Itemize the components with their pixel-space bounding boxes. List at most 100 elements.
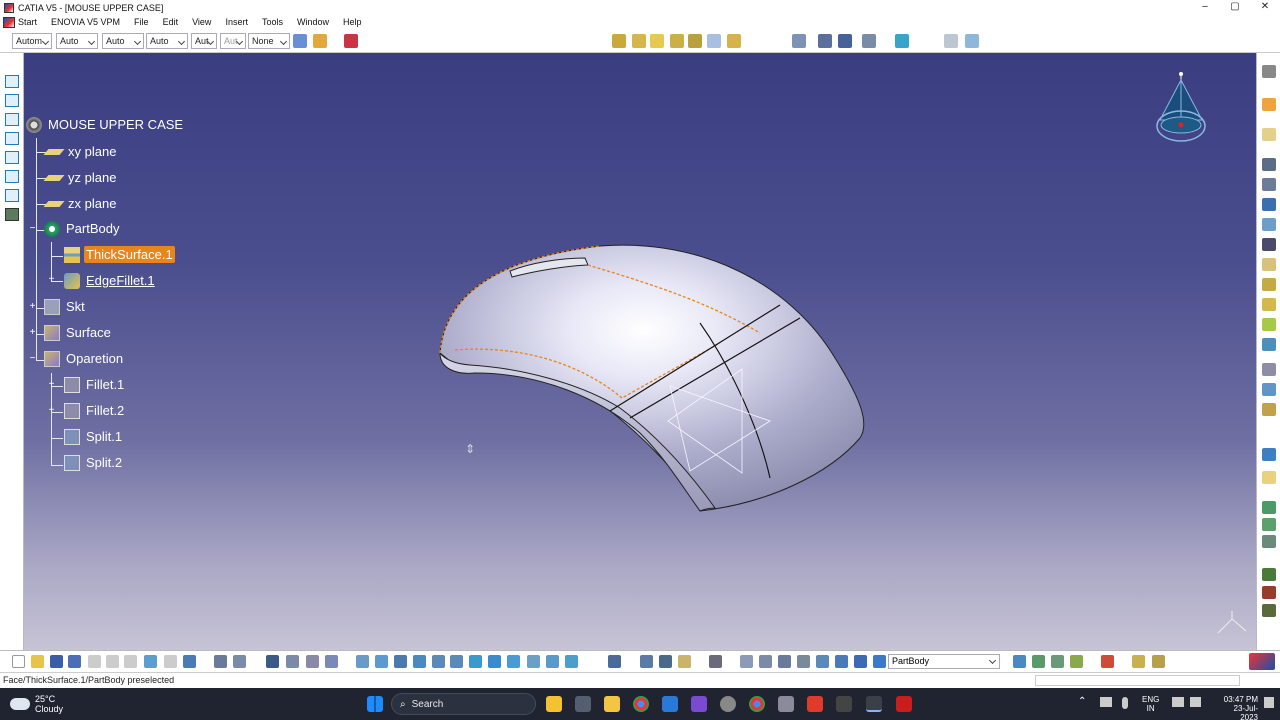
catia-taskbar-icon[interactable] (866, 696, 882, 712)
open-icon[interactable] (31, 655, 44, 668)
translate-icon[interactable] (1262, 318, 1276, 331)
language-indicator[interactable]: ENG IN (1142, 695, 1159, 713)
frame-icon[interactable] (944, 34, 958, 48)
tools-app-icon[interactable] (778, 696, 794, 712)
iso-view-icon[interactable] (507, 655, 520, 668)
zoom-area-icon[interactable] (862, 34, 876, 48)
grid-icon[interactable] (838, 34, 852, 48)
annotation-icon[interactable] (1262, 535, 1276, 548)
expand-fillet2-icon[interactable]: + (47, 406, 56, 416)
paste-icon[interactable] (124, 655, 137, 668)
boolean-icon[interactable] (1262, 403, 1276, 416)
mouse-model[interactable]: ⇕ (0, 53, 1256, 650)
knowledge-icon[interactable] (1262, 568, 1276, 581)
workbench-icon[interactable] (344, 34, 358, 48)
camera-icon[interactable] (709, 655, 722, 668)
hide-show-icon[interactable] (546, 655, 559, 668)
mirror-icon[interactable] (1262, 338, 1276, 351)
widgets-icon[interactable] (546, 696, 562, 712)
normal-view-icon[interactable] (469, 655, 482, 668)
tree-item-partbody[interactable]: PartBody (44, 220, 121, 237)
apply-material-icon[interactable] (1262, 518, 1276, 531)
tree-item-zx-plane[interactable]: zx plane (43, 195, 118, 212)
tree-item-fillet1[interactable]: Fillet.1 (64, 376, 126, 393)
collapse-oparetion-icon[interactable]: − (28, 354, 37, 364)
tree-item-split1[interactable]: Split.1 (64, 428, 124, 445)
extrude-icon[interactable] (5, 94, 19, 107)
menu-enovia[interactable]: ENOVIA V5 VPM (51, 17, 120, 27)
line-thickness-dropdown[interactable]: Auto (102, 33, 144, 49)
table-icon[interactable] (266, 655, 279, 668)
hole-icon[interactable] (688, 34, 702, 48)
tree-item-thicksurface[interactable]: ThickSurface.1 (64, 246, 175, 263)
expand-skt-icon[interactable]: + (28, 302, 37, 312)
measure-icon[interactable] (792, 34, 806, 48)
cut-icon[interactable] (88, 655, 101, 668)
draft-analysis-icon[interactable] (778, 655, 791, 668)
menu-help[interactable]: Help (343, 17, 362, 27)
zoom-out-icon[interactable] (450, 655, 463, 668)
settings-gear-icon[interactable] (1262, 65, 1276, 78)
properties-icon[interactable] (313, 34, 327, 48)
menu-file[interactable]: File (134, 17, 149, 27)
measure-item-icon[interactable] (659, 655, 672, 668)
blend-icon[interactable] (5, 189, 19, 202)
surface-tool-icon[interactable] (5, 75, 19, 88)
volume-icon[interactable] (1190, 697, 1201, 707)
tree-item-edgefillet[interactable]: EdgeFillet.1 (64, 272, 157, 289)
tree-item-oparetion[interactable]: Oparetion (44, 350, 125, 367)
menu-window[interactable]: Window (297, 17, 329, 27)
windows-start-icon[interactable] (367, 696, 383, 712)
rib-icon[interactable] (727, 34, 741, 48)
groove-icon[interactable] (670, 34, 684, 48)
pad-icon[interactable] (612, 34, 626, 48)
menu-view[interactable]: View (192, 17, 211, 27)
redo-icon[interactable] (164, 655, 177, 668)
untrim-icon[interactable] (1070, 655, 1083, 668)
knowledge-advisor-icon[interactable] (1101, 655, 1114, 668)
minimize-button[interactable]: – (1190, 0, 1220, 15)
undo-icon[interactable] (144, 655, 157, 668)
notification-icon[interactable] (1264, 697, 1274, 708)
thickness-icon[interactable] (1262, 218, 1276, 231)
layers-icon[interactable] (895, 34, 909, 48)
fit-all-in-icon[interactable] (375, 655, 388, 668)
terminal-icon[interactable] (836, 696, 852, 712)
dimension-icon[interactable] (797, 655, 810, 668)
formula-icon[interactable] (1262, 586, 1276, 599)
task-view-icon[interactable] (575, 696, 591, 712)
menu-edit[interactable]: Edit (163, 17, 179, 27)
3d-viewport[interactable]: ⇕ (0, 53, 1256, 650)
tree-item-fillet2[interactable]: Fillet.2 (64, 402, 126, 419)
save-icon[interactable] (50, 655, 63, 668)
expand-surface-icon[interactable]: + (28, 328, 37, 338)
axis-system-icon[interactable] (1262, 448, 1276, 461)
shading-icon[interactable] (527, 655, 540, 668)
copy-icon[interactable] (106, 655, 119, 668)
update-icon[interactable] (608, 655, 621, 668)
scale-icon[interactable] (1262, 383, 1276, 396)
maximize-button[interactable]: ▢ (1220, 0, 1250, 15)
print-icon[interactable] (68, 655, 81, 668)
pan-icon[interactable] (394, 655, 407, 668)
file-explorer-icon[interactable] (604, 696, 620, 712)
menu-start[interactable]: Start (18, 17, 37, 27)
plane-icon[interactable] (1262, 471, 1276, 484)
shaft-icon[interactable] (650, 34, 664, 48)
revolve-icon[interactable] (5, 113, 19, 126)
shell-icon[interactable] (1262, 198, 1276, 211)
healing-icon[interactable] (1051, 655, 1064, 668)
porcupine-icon[interactable] (816, 655, 829, 668)
catalog-icon[interactable] (5, 208, 19, 221)
split-tool-icon[interactable] (1262, 258, 1276, 271)
fit-all-icon[interactable] (965, 34, 979, 48)
tree-item-yz-plane[interactable]: yz plane (43, 169, 118, 186)
fly-mode-icon[interactable] (356, 655, 369, 668)
sketcher-icon[interactable] (1262, 128, 1276, 141)
menu-tools[interactable]: Tools (262, 17, 283, 27)
select-arrow-icon[interactable] (1262, 98, 1276, 111)
menu-insert[interactable]: Insert (225, 17, 248, 27)
chevron-up-icon[interactable]: ⌃ (1078, 696, 1086, 707)
start-icon[interactable] (3, 16, 15, 28)
draft-icon[interactable] (1262, 178, 1276, 191)
